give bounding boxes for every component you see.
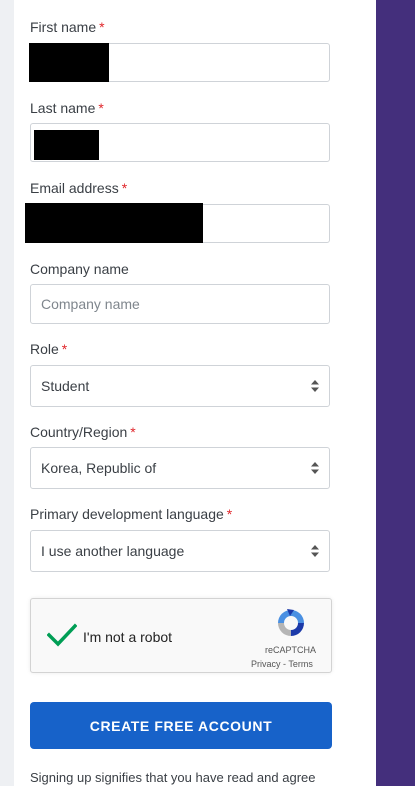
first-name-field: First name * [29,18,332,82]
first-name-label: First name * [30,19,105,35]
country-select[interactable]: Korea, Republic of [30,447,330,489]
country-value: Korea, Republic of [41,460,157,476]
company-placeholder: Company name [41,296,140,312]
signup-disclaimer: Signing up signifies that you have read … [30,770,316,785]
select-arrows-icon [311,545,319,557]
privacy-link[interactable]: Privacy [251,659,281,669]
company-field: Company name Company name [30,260,332,324]
side-panel [376,0,415,786]
company-label: Company name [30,261,129,277]
last-name-field: Last name * [30,99,332,162]
redacted-value [34,130,99,160]
email-input[interactable] [25,203,330,243]
country-label: Country/Region * [30,424,136,440]
language-field: Primary development language * I use anot… [30,505,332,572]
role-value: Student [41,378,90,394]
required-marker: * [121,180,128,196]
create-account-button[interactable]: CREATE FREE ACCOUNT [30,702,332,749]
first-name-input[interactable] [29,43,330,82]
required-marker: * [99,19,105,35]
company-input[interactable]: Company name [30,284,330,324]
page-background [0,0,14,786]
role-select[interactable]: Student [30,365,330,407]
terms-link[interactable]: Terms [288,659,313,669]
required-marker: * [98,100,104,116]
required-marker: * [226,506,233,522]
country-field: Country/Region * Korea, Republic of [30,423,332,489]
last-name-input[interactable] [30,123,330,162]
select-arrows-icon [311,380,319,392]
language-select[interactable]: I use another language [30,530,330,572]
redacted-value [29,43,109,82]
recaptcha-brand: reCAPTCHA [265,645,317,655]
required-marker: * [61,341,68,357]
checkmark-icon[interactable] [47,623,77,647]
recaptcha-widget: I'm not a robot reCAPTCHA Privacy - Term… [30,598,332,673]
language-value: I use another language [41,543,185,559]
last-name-label: Last name * [30,100,104,116]
select-arrows-icon [311,462,319,474]
recaptcha-links: Privacy - Terms [251,659,313,669]
recaptcha-label: I'm not a robot [83,629,173,645]
required-marker: * [130,424,136,440]
email-label: Email address * [30,180,128,196]
role-field: Role * Student [30,340,332,407]
redacted-value [25,203,203,243]
email-field: Email address * [25,179,332,243]
recaptcha-logo-icon [278,609,304,636]
language-label: Primary development language * [30,506,233,522]
role-label: Role * [30,341,68,357]
